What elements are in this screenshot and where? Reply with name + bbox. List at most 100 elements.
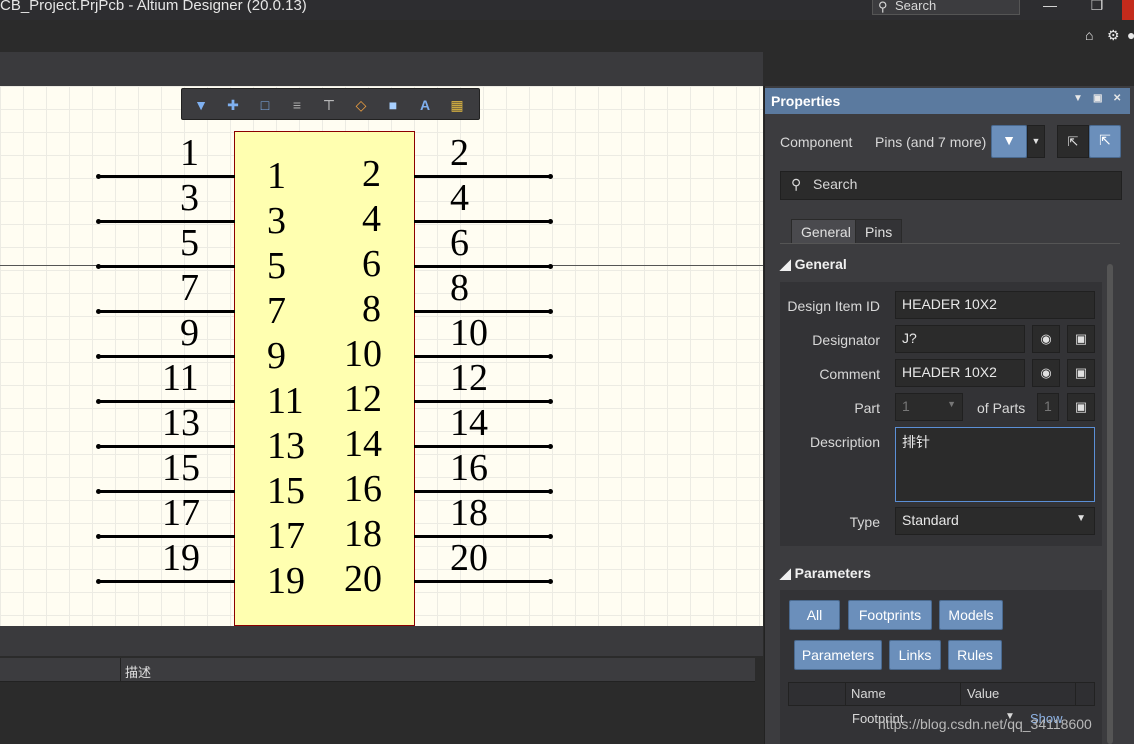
select-rect-icon[interactable]: □	[256, 96, 274, 114]
minimize-button[interactable]: —	[1038, 0, 1062, 17]
user-icon[interactable]: ●	[1127, 27, 1134, 43]
tab-pins[interactable]: Pins	[855, 219, 903, 243]
global-search-input[interactable]: ⚲ Search	[872, 0, 1020, 15]
pin-number-right: 4	[450, 177, 469, 219]
filter-kind-label[interactable]: Component	[780, 134, 852, 150]
design-item-id-field[interactable]: HEADER 10X2	[895, 291, 1095, 319]
rectangle-icon[interactable]: ■	[384, 96, 402, 114]
pin-left-7[interactable]	[96, 309, 235, 314]
column-description[interactable]: 描述	[125, 662, 151, 681]
properties-panel: Properties ▼ ▣ ✕ Component Pins (and 7 m…	[764, 86, 1134, 744]
restore-button[interactable]: ❐	[1085, 0, 1109, 17]
properties-search-input[interactable]: ⚲ Search	[780, 171, 1122, 200]
search-icon: ⚲	[878, 0, 888, 14]
param-filter-all[interactable]: All	[789, 600, 840, 630]
pin-right-2[interactable]	[414, 174, 553, 179]
gear-icon[interactable]: ⚙	[1107, 27, 1120, 44]
column-separator	[845, 683, 846, 705]
pin-right-6[interactable]	[414, 264, 553, 269]
close-button[interactable]	[1122, 0, 1134, 20]
column-separator	[1075, 683, 1076, 705]
parameters-section-title[interactable]: ◢ Parameters	[780, 565, 871, 582]
bottom-panel-tabs	[0, 626, 763, 656]
filter-dropdown[interactable]: ▼	[1027, 125, 1045, 158]
designator-lock-button[interactable]: ▣	[1067, 325, 1095, 353]
pin-name-right: 8	[362, 288, 381, 330]
comment-lock-button[interactable]: ▣	[1067, 359, 1095, 387]
pin-number-left: 5	[180, 222, 199, 264]
menu-bar: ⌂ ⚙ ●	[0, 20, 1134, 52]
param-filter-parameters[interactable]: Parameters	[794, 640, 882, 670]
column-name[interactable]: Name	[851, 686, 886, 701]
pin-left-3[interactable]	[96, 219, 235, 224]
pin-name-right: 14	[344, 423, 382, 465]
of-parts-field: 1	[1037, 393, 1059, 421]
select-mode-button[interactable]: ⇱	[1057, 125, 1089, 158]
filter-button[interactable]: ▼	[991, 125, 1027, 158]
designator-field[interactable]: J?	[895, 325, 1025, 353]
align-icon[interactable]: ≡	[288, 96, 306, 114]
column-value[interactable]: Value	[967, 686, 999, 701]
window-title: CB_Project.PrjPcb - Altium Designer (20.…	[0, 0, 307, 14]
properties-scrollbar[interactable]	[1107, 264, 1113, 744]
pin-left-19[interactable]	[96, 579, 235, 584]
pin-end-dot	[96, 579, 101, 584]
place-pin-icon[interactable]: ⊤	[320, 96, 338, 114]
pin-right-4[interactable]	[414, 219, 553, 224]
pin-number-left: 7	[180, 267, 199, 309]
part-select[interactable]: 1 ▼	[895, 393, 963, 421]
pin-name-left: 13	[267, 425, 305, 467]
filter-scope-label[interactable]: Pins (and 7 more)	[875, 134, 986, 150]
param-filter-footprints[interactable]: Footprints	[848, 600, 932, 630]
pin-end-dot	[96, 219, 101, 224]
tab-general[interactable]: General	[791, 219, 861, 243]
pin-end-dot	[96, 309, 101, 314]
text-icon[interactable]: A	[416, 96, 434, 114]
close-panel-icon[interactable]: ✕	[1113, 93, 1121, 104]
watermark: https://blog.csdn.net/qq_34118600	[878, 716, 1092, 732]
param-filter-rules[interactable]: Rules	[948, 640, 1002, 670]
pin-number-left: 15	[162, 447, 200, 489]
part-value: 1	[902, 398, 910, 414]
type-label: Type	[849, 514, 880, 530]
pin-number-right: 8	[450, 267, 469, 309]
param-filter-links[interactable]: Links	[889, 640, 941, 670]
pin-left-1[interactable]	[96, 174, 235, 179]
pin-number-left: 17	[162, 492, 200, 534]
comment-field[interactable]: HEADER 10X2	[895, 359, 1025, 387]
type-select[interactable]: Standard ▼	[895, 507, 1095, 535]
collapse-icon: ◢	[780, 565, 795, 581]
home-icon[interactable]: ⌂	[1085, 27, 1093, 43]
schematic-canvas[interactable]: 1 3 5 7 9 11 13 15 17 19 2 4 6 8 10 12 14 16 18 20 1 3 5 7 9 11 13…	[0, 86, 763, 626]
pin-name-left: 17	[267, 515, 305, 557]
pin-panel-icon[interactable]: ▣	[1093, 93, 1102, 104]
pin-name-left: 7	[267, 290, 286, 332]
designator-visibility-button[interactable]: ◉	[1032, 325, 1060, 353]
pin-end-dot	[96, 444, 101, 449]
pin-left-5[interactable]	[96, 264, 235, 269]
comment-label: Comment	[819, 366, 880, 382]
add-icon[interactable]: ✚	[224, 96, 242, 114]
fill-icon[interactable]: ◇	[352, 96, 370, 114]
cursor-active-icon: ⇱	[1099, 132, 1111, 148]
part-lock-button[interactable]: ▣	[1067, 393, 1095, 421]
app-window: CB_Project.PrjPcb - Altium Designer (20.…	[0, 0, 1134, 744]
component-body[interactable]	[234, 131, 415, 626]
select-active-button[interactable]: ⇱	[1089, 125, 1121, 158]
component-icon[interactable]: ▦	[448, 96, 466, 114]
pin-end-dot	[548, 579, 553, 584]
pin-name-right: 18	[344, 513, 382, 555]
pin-number-left: 3	[180, 177, 199, 219]
description-textarea[interactable]: 排针	[895, 427, 1095, 502]
pin-number-left: 1	[180, 132, 199, 174]
pin-end-dot	[548, 264, 553, 269]
pin-name-right: 2	[362, 153, 381, 195]
properties-title: Properties	[771, 93, 841, 109]
pin-right-20[interactable]	[414, 579, 553, 584]
pin-number-left: 19	[162, 537, 200, 579]
param-filter-models[interactable]: Models	[939, 600, 1003, 630]
panel-menu-icon[interactable]: ▼	[1073, 93, 1083, 104]
general-section-title[interactable]: ◢ General	[780, 256, 847, 273]
comment-visibility-button[interactable]: ◉	[1032, 359, 1060, 387]
filter-icon[interactable]: ▼	[192, 96, 210, 114]
